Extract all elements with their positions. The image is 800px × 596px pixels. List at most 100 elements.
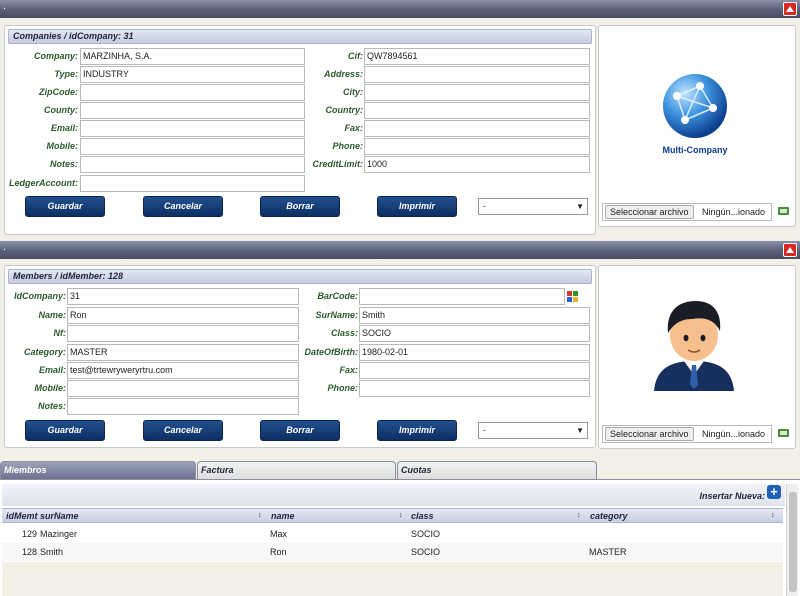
label-city: City: [343, 87, 363, 97]
member-mobile-input[interactable] [67, 380, 299, 397]
member-idcompany-input[interactable]: 31 [67, 288, 299, 305]
company-fax-input[interactable] [364, 120, 590, 137]
sort-icon[interactable]: ↕ [258, 509, 262, 523]
member-email-input[interactable]: test@trtewryweryrtru.com [67, 362, 299, 379]
member-barcode-input[interactable] [359, 288, 565, 305]
company-phone-input[interactable] [364, 138, 590, 155]
label-ledger-account: LedgerAccount: [8, 178, 78, 188]
label-cif: Cif: [348, 51, 363, 61]
company-choose-file-button[interactable]: Seleccionar archivo [605, 205, 694, 219]
company-select-value: - [483, 201, 486, 211]
member-category-input[interactable]: MASTER [67, 344, 299, 361]
insert-new-label: Insertar Nueva: [699, 491, 765, 501]
globe-network-icon [663, 74, 727, 138]
label-phone: Phone: [332, 141, 364, 151]
member-action-select[interactable]: - ▼ [478, 422, 588, 439]
scrollbar-thumb[interactable] [789, 492, 797, 592]
cell-category: MASTER [589, 547, 627, 557]
label-barcode: BarCode: [317, 291, 358, 301]
cell-name: Max [270, 529, 288, 539]
close-window-button[interactable] [783, 243, 797, 257]
company-email-input[interactable] [80, 120, 305, 137]
col-header-category[interactable]: category [590, 509, 628, 523]
close-window-button[interactable] [783, 2, 797, 16]
col-header-name[interactable]: name [271, 509, 295, 523]
tab-factura[interactable]: Factura [197, 461, 396, 479]
cell-surname: Smith [40, 547, 64, 557]
company-print-button[interactable]: Imprimir [377, 196, 457, 217]
company-county-input[interactable] [80, 102, 305, 119]
label-email: Email: [50, 123, 78, 133]
member-notes-input[interactable] [67, 398, 299, 415]
member-surname-input[interactable]: Smith [359, 307, 590, 324]
company-file-picker[interactable]: Seleccionar archivo Ningún...ionado [602, 203, 772, 221]
chevron-down-icon: ▼ [576, 202, 584, 211]
window-title: . [3, 241, 7, 253]
chevron-down-icon: ▼ [576, 426, 584, 435]
company-cancel-button[interactable]: Cancelar [143, 196, 223, 217]
upload-icon[interactable] [778, 206, 789, 215]
member-delete-button[interactable]: Borrar [260, 420, 340, 441]
label-fax: Fax: [344, 123, 363, 133]
label-county: County: [44, 105, 78, 115]
member-file-name: Ningún...ionado [702, 429, 766, 439]
company-action-select[interactable]: - ▼ [478, 198, 588, 215]
cell-class: SOCIO [411, 547, 441, 557]
member-name-input[interactable]: Ron [67, 307, 299, 324]
member-dob-input[interactable]: 1980-02-01 [359, 344, 590, 361]
member-select-value: - [483, 425, 486, 435]
company-address-input[interactable] [364, 66, 590, 83]
company-ledger-input[interactable] [80, 175, 305, 192]
label-member-notes: Notes: [37, 401, 66, 411]
sort-icon[interactable]: ↕ [771, 509, 775, 523]
logo-caption: Multi-Company [662, 145, 728, 155]
company-credit-limit-input[interactable]: 1000 [364, 156, 590, 173]
tab-miembros[interactable]: Miembros [0, 461, 196, 479]
member-fax-input[interactable] [359, 362, 590, 379]
sort-icon[interactable]: ↕ [577, 509, 581, 523]
member-print-button[interactable]: Imprimir [377, 420, 457, 441]
add-row-button[interactable]: + [767, 485, 781, 499]
member-file-picker[interactable]: Seleccionar archivo Ningún...ionado [602, 425, 772, 443]
member-class-input[interactable]: SOCIO [359, 325, 590, 342]
barcode-icon[interactable] [567, 291, 578, 302]
table-row[interactable]: 129 Mazinger Max SOCIO [2, 525, 783, 543]
label-zipcode: ZipCode: [39, 87, 78, 97]
col-header-id[interactable]: idMemt [6, 509, 38, 523]
company-zipcode-input[interactable] [80, 84, 305, 101]
cell-surname: Mazinger [40, 529, 78, 539]
member-phone-input[interactable] [359, 380, 590, 397]
col-header-class[interactable]: class [411, 509, 434, 523]
sort-icon[interactable]: ↕ [399, 509, 403, 523]
member-nf-input[interactable] [67, 325, 299, 342]
close-icon [786, 247, 794, 253]
col-header-surname[interactable]: surName [40, 509, 79, 523]
label-member-fax: Fax: [339, 365, 358, 375]
cell-class: SOCIO [411, 529, 441, 539]
upload-icon[interactable] [778, 428, 789, 437]
company-type-input[interactable]: INDUSTRY [80, 66, 305, 83]
member-choose-file-button[interactable]: Seleccionar archivo [605, 427, 694, 441]
company-mobile-input[interactable] [80, 138, 305, 155]
member-cancel-button[interactable]: Cancelar [143, 420, 223, 441]
company-name-input[interactable]: MARZINHA, S.A. [80, 48, 305, 65]
company-cif-input[interactable]: QW7894561 [364, 48, 590, 65]
cell-id: 128 [22, 547, 38, 557]
label-type: Type: [54, 69, 78, 79]
label-idcompany: IdCompany: [13, 291, 66, 301]
grid-scrollbar[interactable] [786, 484, 798, 596]
company-save-button[interactable]: Guardar [25, 196, 105, 217]
multi-company-logo [655, 68, 735, 148]
member-save-button[interactable]: Guardar [25, 420, 105, 441]
companies-window-titlebar: . [0, 0, 800, 18]
company-delete-button[interactable]: Borrar [260, 196, 340, 217]
cell-name: Ron [270, 547, 287, 557]
label-date-of-birth: DateOfBirth: [304, 347, 359, 357]
label-company: Company: [33, 51, 78, 61]
label-credit-limit: CreditLimit: [312, 159, 364, 169]
tab-cuotas[interactable]: Cuotas [397, 461, 597, 479]
company-country-input[interactable] [364, 102, 590, 119]
company-city-input[interactable] [364, 84, 590, 101]
company-notes-input[interactable] [80, 156, 305, 173]
table-row[interactable]: 128 Smith Ron SOCIO MASTER [2, 543, 783, 561]
